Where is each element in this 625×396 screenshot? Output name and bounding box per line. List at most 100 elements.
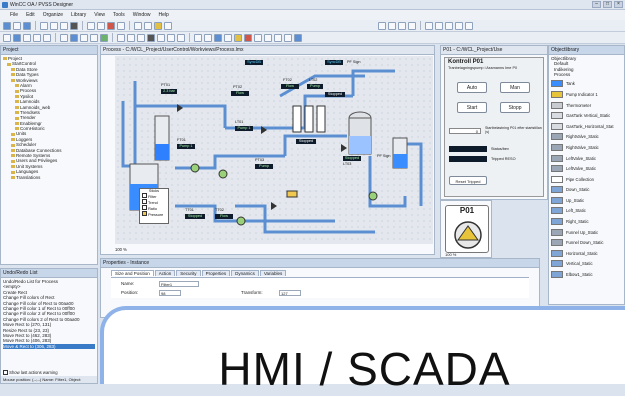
prop-position-input[interactable]: 98 bbox=[159, 289, 181, 296]
zoom-out-icon[interactable] bbox=[264, 33, 272, 42]
library-item[interactable]: Elbow1_Static bbox=[549, 269, 624, 280]
tab-variables[interactable]: Variables bbox=[259, 270, 287, 276]
distribute-icon[interactable] bbox=[144, 21, 152, 30]
arrow-icon[interactable] bbox=[445, 21, 453, 30]
grid-icon[interactable] bbox=[70, 21, 78, 30]
valve-icon[interactable] bbox=[157, 33, 165, 42]
text-align-icon[interactable] bbox=[455, 21, 463, 30]
pump-faceplate[interactable]: P01 bbox=[445, 205, 489, 253]
new-icon[interactable] bbox=[3, 21, 11, 30]
menu-window[interactable]: Window bbox=[133, 12, 151, 18]
motor-icon[interactable] bbox=[177, 33, 185, 42]
menu-library[interactable]: Library bbox=[71, 12, 86, 18]
underline-icon[interactable] bbox=[408, 21, 416, 30]
tab-size-position[interactable]: Size and Position bbox=[111, 270, 154, 276]
menu-help[interactable]: Help bbox=[159, 12, 169, 18]
bold-icon[interactable] bbox=[388, 21, 396, 30]
warning-checkbox[interactable] bbox=[3, 370, 8, 375]
copy-icon[interactable] bbox=[50, 21, 58, 30]
camera-icon[interactable] bbox=[274, 33, 282, 42]
man-button[interactable]: Man bbox=[500, 82, 530, 93]
layer-icon[interactable] bbox=[214, 33, 222, 42]
tab-dynamics[interactable]: Dynamics bbox=[231, 270, 259, 276]
paste-icon[interactable] bbox=[60, 21, 68, 30]
redo-icon[interactable] bbox=[97, 21, 105, 30]
stop-button[interactable]: Stopp bbox=[500, 102, 530, 113]
library-item[interactable]: Down_Static bbox=[549, 185, 624, 196]
library-item[interactable]: Funnel Down_Static bbox=[549, 237, 624, 248]
tank-icon[interactable] bbox=[147, 33, 155, 42]
pipe-icon[interactable] bbox=[127, 33, 135, 42]
reset-tripped-button[interactable]: Reset Tripped bbox=[449, 176, 487, 185]
scada-canvas[interactable]: 2.3 bar PT01 Flow PT02 Flow FT02 Pump LT… bbox=[115, 56, 433, 244]
open-icon[interactable] bbox=[13, 21, 21, 30]
polygon-icon[interactable] bbox=[33, 33, 41, 42]
italic-icon[interactable] bbox=[398, 21, 406, 30]
menu-file[interactable]: File bbox=[10, 12, 18, 18]
cut-icon[interactable] bbox=[40, 21, 48, 30]
library-item[interactable]: LeftValve_Static bbox=[549, 153, 624, 164]
arc-icon[interactable] bbox=[137, 33, 145, 42]
table-icon[interactable] bbox=[117, 33, 125, 42]
trend-icon[interactable] bbox=[100, 33, 108, 42]
maximize-button[interactable]: □ bbox=[603, 1, 612, 8]
library-item[interactable]: Pipe Collection bbox=[549, 174, 624, 185]
library-item[interactable]: Left_Static bbox=[549, 206, 624, 217]
delete-icon[interactable] bbox=[107, 21, 115, 30]
library-item[interactable]: Vertical_Static bbox=[549, 259, 624, 270]
settings-icon[interactable] bbox=[284, 33, 292, 42]
textfield-icon[interactable] bbox=[80, 33, 88, 42]
project-tree-node[interactable]: Translations bbox=[3, 175, 95, 180]
line-style-icon[interactable] bbox=[435, 21, 443, 30]
library-item[interactable]: RightValve_Static bbox=[549, 132, 624, 143]
close-button[interactable]: × bbox=[614, 1, 623, 8]
start-button[interactable]: Start bbox=[457, 102, 487, 113]
order-icon[interactable] bbox=[224, 33, 232, 42]
menu-view[interactable]: View bbox=[94, 12, 105, 18]
line-width-icon[interactable] bbox=[425, 21, 433, 30]
start-delay-input[interactable]: 0 bbox=[449, 128, 481, 134]
pump-icon[interactable] bbox=[167, 33, 175, 42]
library-item[interactable]: Pump Indicator 1 bbox=[549, 89, 624, 100]
ellipse-icon[interactable] bbox=[23, 33, 31, 42]
line-icon[interactable] bbox=[43, 33, 51, 42]
menu-organize[interactable]: Organize bbox=[43, 12, 63, 18]
library-item[interactable]: LeftValve_Static bbox=[549, 163, 624, 174]
library-item[interactable]: Tank bbox=[549, 79, 624, 90]
tab-properties[interactable]: Properties bbox=[201, 270, 231, 276]
undo-list-item[interactable]: Move & Rect to (306, 283) bbox=[3, 343, 95, 350]
auto-button[interactable]: Auto bbox=[457, 82, 487, 93]
text-icon[interactable] bbox=[60, 33, 68, 42]
library-item[interactable]: Right_Static bbox=[549, 216, 624, 227]
search-icon[interactable] bbox=[117, 21, 125, 30]
rectangle-icon[interactable] bbox=[13, 33, 21, 42]
save-icon[interactable] bbox=[23, 21, 31, 30]
menu-tools[interactable]: Tools bbox=[113, 12, 125, 18]
select-icon[interactable] bbox=[3, 33, 11, 42]
faceplate-tab[interactable]: P01 - C:/WCL_Project/Use bbox=[441, 46, 547, 55]
library-item[interactable]: Up_Static bbox=[549, 195, 624, 206]
line-color-icon[interactable] bbox=[164, 21, 172, 30]
alarm-icon[interactable] bbox=[244, 33, 252, 42]
prop-name-input[interactable]: Filter1 bbox=[159, 280, 199, 287]
align-icon[interactable] bbox=[134, 21, 142, 30]
library-item[interactable]: Thermometer bbox=[549, 100, 624, 111]
library-node[interactable]: Process bbox=[551, 72, 622, 77]
tab-action[interactable]: Action bbox=[154, 270, 176, 276]
warning-icon[interactable] bbox=[234, 33, 242, 42]
library-item[interactable]: Horizontal_Static bbox=[549, 248, 624, 259]
library-item[interactable]: GasTank_Horizontal_Stat bbox=[549, 121, 624, 132]
group-icon[interactable] bbox=[194, 33, 202, 42]
font-icon[interactable] bbox=[378, 21, 386, 30]
library-item[interactable]: RightValve_Static bbox=[549, 142, 624, 153]
run-icon[interactable] bbox=[294, 33, 302, 42]
library-item[interactable]: GasTank Vertical_Static bbox=[549, 110, 624, 121]
minimize-button[interactable]: – bbox=[592, 1, 601, 8]
zoom-in-icon[interactable] bbox=[254, 33, 262, 42]
library-item[interactable]: Funnel Up_Static bbox=[549, 227, 624, 238]
ungroup-icon[interactable] bbox=[204, 33, 212, 42]
editor-tab[interactable]: Process - C:/WCL_Project/UserControl/Wor… bbox=[101, 46, 434, 55]
undo-icon[interactable] bbox=[87, 21, 95, 30]
combobox-icon[interactable] bbox=[90, 33, 98, 42]
fill-color-icon[interactable] bbox=[154, 21, 162, 30]
